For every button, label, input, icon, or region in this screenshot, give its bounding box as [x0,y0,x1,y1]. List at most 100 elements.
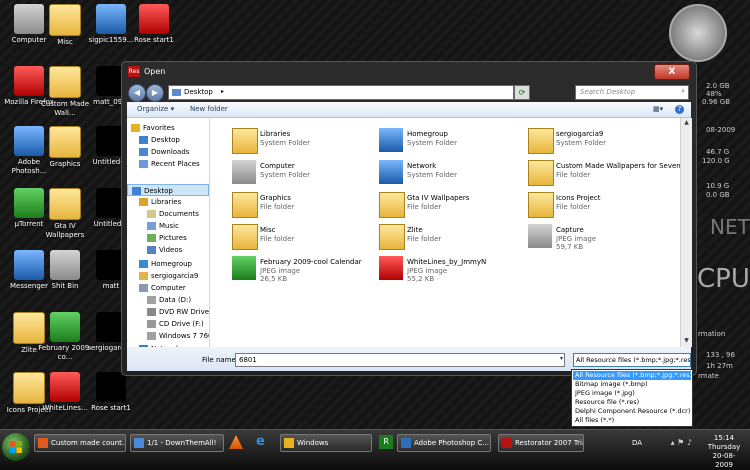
organize-label: Organize [137,105,169,113]
scroll-up-icon[interactable]: ▲ [682,119,691,128]
desktop-icon-item[interactable]: Rose start1 [82,372,140,413]
file-type-dropdown: All Resource files (*.bmp;*.jpg;*.res;*.… [571,369,693,427]
taskbar-item[interactable]: Custom made count... [34,434,126,452]
nav-item-label: Favorites [143,124,175,132]
file-item[interactable]: Misc File folder [230,224,375,250]
forward-button[interactable]: ▶ [146,84,164,102]
file-item[interactable]: Computer System Folder [230,160,375,186]
file-type: File folder [407,235,442,243]
back-button[interactable]: ◀ [128,84,146,102]
filename-dropdown-icon[interactable]: ▾ [557,353,566,365]
nav-item[interactable]: Data (D:) [127,294,209,306]
nav-item[interactable]: Videos [127,244,209,256]
dvd-icon [147,308,156,316]
ie-icon[interactable]: e [256,435,270,449]
taskbar-item-label: Windows [297,439,329,447]
close-button[interactable]: X [654,64,690,80]
desktop-icon-item[interactable]: Rose start1 [125,4,183,45]
file-name: Homegroup [407,130,449,138]
search-icon: ⌕ [681,87,685,95]
filename-value: 6801 [239,356,257,364]
language-indicator[interactable]: DA [632,439,642,447]
file-item[interactable]: sergiogarcia9 System Folder [526,128,671,154]
file-item[interactable]: Capture JPEG image 59,7 KB [526,224,671,251]
file-type-option[interactable]: All files (*.*) [573,416,691,425]
file-item[interactable]: Libraries System Folder [230,128,375,154]
file-name: Network [407,162,437,170]
nav-item[interactable]: Favorites [127,122,209,134]
nav-item[interactable]: Desktop [127,134,209,146]
nav-item-label: Documents [159,210,199,218]
file-item[interactable]: Custom Made Wallpapers for Sevenforums.c… [526,160,680,186]
desktop-item-icon [96,4,126,34]
file-item[interactable]: Network System Folder [377,160,522,186]
file-type-option[interactable]: Resource file (*.res) [573,398,691,407]
nav-item[interactable]: Music [127,220,209,232]
search-input[interactable]: Search Desktop ⌕ [575,85,689,100]
taskbar-item[interactable]: Restorator 2007 Trial ... [498,434,584,452]
scroll-down-icon[interactable]: ▼ [682,337,691,346]
file-type-option[interactable]: Bitmap image (*.bmp) [573,380,691,389]
file-name: Graphics [260,194,291,202]
command-bar: Organize ▾ New folder ▦▾ ? [127,102,691,118]
address-chevron-icon[interactable]: ▸ [221,88,224,95]
nav-item[interactable]: Libraries [127,196,209,208]
nav-item[interactable]: Downloads [127,146,209,158]
taskbar-item[interactable]: Adobe Photoshop C... [397,434,491,452]
file-item[interactable]: Graphics File folder [230,192,375,218]
mem-percent: 48% [706,90,722,98]
clock[interactable]: 15:14 Thursday 20-08-2009 [704,434,744,470]
new-folder-button[interactable]: New folder [190,105,228,113]
homegroup-icon [379,128,403,152]
tray-icons[interactable]: ▴ ⚑ ♪ [671,438,692,447]
address-text: Desktop [184,88,213,96]
nav-item[interactable]: Windows 7 760 [127,330,209,342]
refresh-button[interactable]: ⟳ [514,85,530,100]
vlc-icon[interactable] [229,435,243,449]
file-type: File folder [407,203,442,211]
file-type-select[interactable]: All Resource files (*.bmp;*.jpg;*.res;*.… [573,353,691,367]
nav-item[interactable]: sergiogarcia9 [127,270,209,282]
file-type: JPEG image [260,267,301,275]
file-size: 59,7 KB [556,243,584,251]
start-button[interactable] [2,433,30,461]
file-type-option[interactable]: Delphi Component Resource (*.dcr) [573,407,691,416]
views-icon[interactable]: ▦▾ [653,105,663,113]
file-name: February 2009-cool Calendar [260,258,362,266]
file-item[interactable]: WhiteLines_by_JmmyN JPEG image 55,2 KB [377,256,522,283]
file-name: Zlite [407,226,423,234]
taskbar-item[interactable]: Windows [280,434,372,452]
file-type: File folder [556,171,591,179]
file-item[interactable]: February 2009-cool Calendar JPEG image 26,… [230,256,375,283]
nav-item[interactable]: Homegroup [127,258,209,270]
taskbar-item[interactable]: 1/1 - DownThemAll! [130,434,224,452]
dialog-titlebar[interactable]: Res Open X [122,62,696,82]
file-type-option[interactable]: JPEG image (*.jpg) [573,389,691,398]
clock-day: Thursday [707,443,741,451]
nav-item-label: Music [159,222,179,230]
nav-item-label: Libraries [151,198,182,206]
file-item[interactable]: Icons Project File folder [526,192,671,218]
organize-button[interactable]: Organize ▾ [137,105,174,113]
help-icon[interactable]: ? [675,105,684,114]
nav-item[interactable]: Desktop [127,184,209,196]
file-name: Computer [260,162,295,170]
desktop-item-icon [139,4,169,34]
user-icon [139,272,148,280]
filename-input[interactable]: 6801 [235,353,565,367]
nav-item[interactable]: Recent Places [127,158,209,170]
nav-item[interactable]: CD Drive (F:) [127,318,209,330]
file-item[interactable]: Homegroup System Folder [377,128,522,154]
file-type-option[interactable]: All Resource files (*.bmp;*.jpg;*.res;*.… [573,371,691,380]
nav-item[interactable]: DVD RW Drive ( [127,306,209,318]
nav-item[interactable]: Documents [127,208,209,220]
app-icon[interactable]: R [379,435,393,449]
scrollbar[interactable]: ▲ ▼ [680,118,692,347]
file-item[interactable]: Zlite File folder [377,224,522,250]
file-item[interactable]: Gta IV Wallpapers File folder [377,192,522,218]
drive-icon [147,332,156,340]
downloads-icon [139,148,148,156]
nav-item[interactable]: Computer [127,282,209,294]
nav-item[interactable]: Pictures [127,232,209,244]
address-bar[interactable]: Desktop ▸ [168,85,514,100]
